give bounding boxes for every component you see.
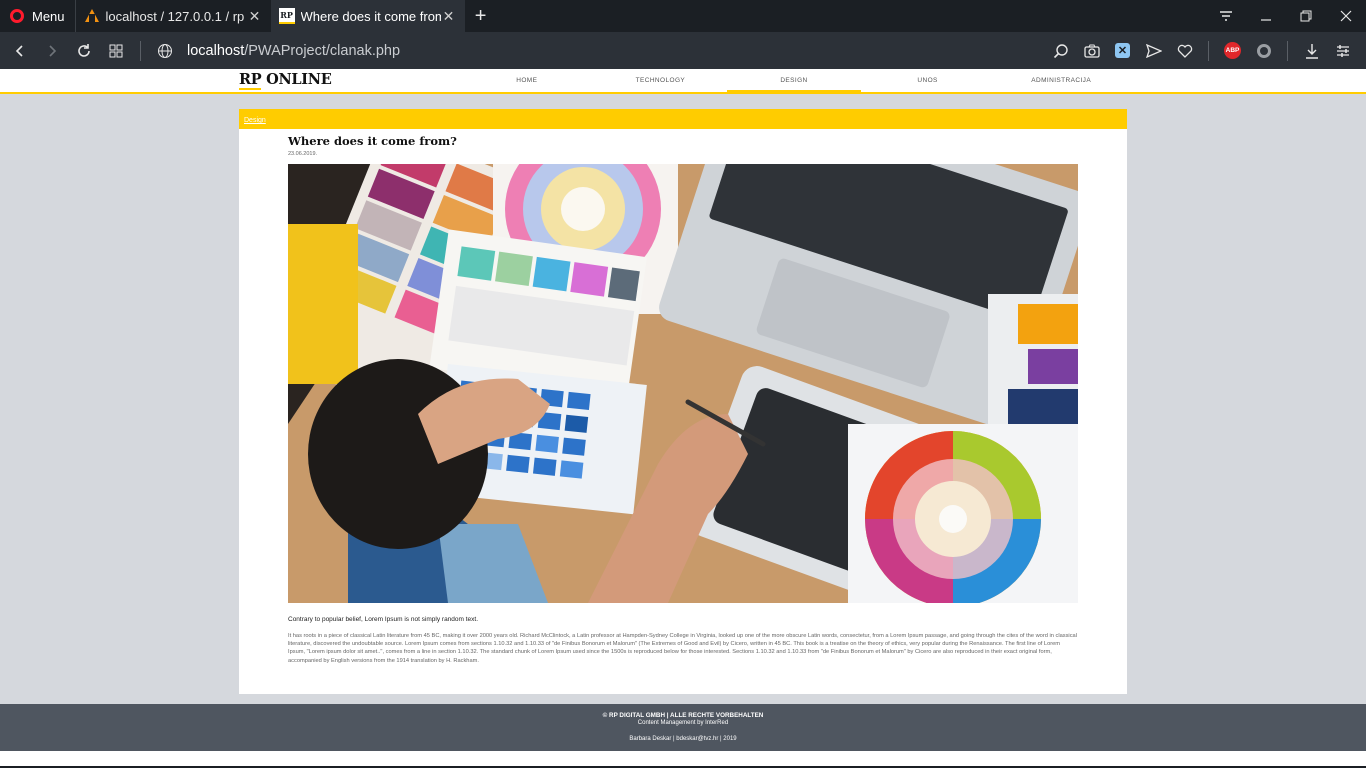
nav-administracija[interactable]: ADMINISTRACIJA [994, 69, 1128, 92]
site-logo[interactable]: RP ONLINE [239, 71, 332, 90]
article-lead: Contrary to popular belief, Lorem Ipsum … [288, 616, 479, 623]
close-window-icon[interactable] [1326, 0, 1366, 32]
opera-logo-icon [10, 9, 24, 23]
address-bar: localhost/PWAProject/clanak.php ✕ ABP [0, 32, 1366, 69]
extension-x-icon[interactable]: ✕ [1107, 32, 1138, 69]
site-header: RP ONLINE HOME TECHNOLOGY DESIGN UNOS AD… [0, 69, 1366, 94]
divider [140, 40, 141, 61]
adblock-plus-icon[interactable]: ABP [1217, 32, 1248, 69]
nav-home[interactable]: HOME [460, 69, 594, 92]
opera-menu-button[interactable]: Menu [0, 0, 75, 32]
nav-technology[interactable]: TECHNOLOGY [594, 69, 728, 92]
url-path: /PWAProject/clanak.php [244, 42, 401, 59]
category-link[interactable]: Design [244, 117, 266, 124]
menu-label: Menu [32, 8, 65, 24]
article-card: Design Where does it come from? 23.06.20… [239, 109, 1127, 694]
forward-icon[interactable] [36, 32, 68, 69]
tab-title: localhost / 127.0.0.1 / rp / k [105, 8, 247, 24]
easy-setup-icon[interactable] [1327, 32, 1358, 69]
tab-phpmyadmin[interactable]: localhost / 127.0.0.1 / rp / k ✕ [74, 0, 271, 32]
rp-favicon-icon: RP [278, 8, 295, 24]
footer-cms: Content Management by InterRed [637, 720, 729, 726]
close-tab-icon[interactable]: ✕ [441, 8, 457, 25]
restore-icon[interactable] [1286, 0, 1326, 32]
globe-icon [149, 32, 181, 69]
heart-icon[interactable] [1169, 32, 1200, 69]
close-tab-icon[interactable]: ✕ [247, 8, 263, 25]
reload-icon[interactable] [68, 32, 100, 69]
article-body: It has roots in a piece of classical Lat… [288, 633, 1077, 664]
category-bar: Design [239, 109, 1127, 129]
tab-menu-icon[interactable] [1206, 0, 1246, 32]
download-icon[interactable] [1296, 32, 1327, 69]
site-footer: © RP DIGITAL GMBH | ALLE RECHTE VORBEHAL… [0, 704, 1366, 751]
divider [1287, 40, 1288, 61]
nav-unos[interactable]: UNOS [861, 69, 995, 92]
vpn-icon[interactable] [1248, 32, 1279, 69]
phpmyadmin-favicon-icon [84, 8, 100, 24]
site-nav: HOME TECHNOLOGY DESIGN UNOS ADMINISTRACI… [460, 69, 1128, 92]
window-controls [1206, 0, 1366, 32]
url-field[interactable]: localhost/PWAProject/clanak.php [187, 32, 400, 69]
url-host: localhost [187, 42, 245, 59]
page-bottom-strip [0, 751, 1366, 768]
search-icon[interactable] [1045, 32, 1076, 69]
article-image [288, 164, 1078, 603]
speed-dial-icon[interactable] [100, 32, 132, 69]
tab-title: Where does it come from? [300, 8, 441, 24]
article-title: Where does it come from? [288, 134, 457, 148]
footer-author: Barbara Deskar | bdeskar@tvz.hr | 2019 [629, 736, 737, 742]
send-icon[interactable] [1138, 32, 1169, 69]
browser-tab-bar: Menu localhost / 127.0.0.1 / rp / k ✕ RP… [0, 0, 1366, 32]
toolbar-icons: ✕ ABP [1045, 32, 1366, 69]
new-tab-button[interactable]: + [465, 5, 497, 28]
divider [1208, 40, 1209, 61]
minimize-icon[interactable] [1246, 0, 1286, 32]
camera-icon[interactable] [1076, 32, 1107, 69]
back-icon[interactable] [4, 32, 36, 69]
article-date: 23.06.2019. [288, 151, 318, 157]
tab-article[interactable]: RP Where does it come from? ✕ [270, 0, 465, 32]
nav-design[interactable]: DESIGN [727, 69, 861, 92]
footer-copyright: © RP DIGITAL GMBH | ALLE RECHTE VORBEHAL… [602, 712, 764, 719]
